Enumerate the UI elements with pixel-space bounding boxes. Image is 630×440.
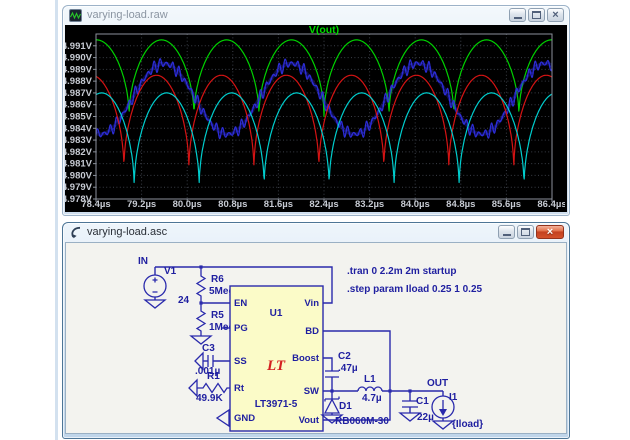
minimize-icon [503,234,511,236]
x-tick-label: 86.4µs [537,199,565,210]
x-tick-label: 82.4µs [309,199,338,210]
current-source-i1[interactable]: I1 {Iload} [432,391,483,430]
trace-label-vout[interactable]: V(out) [309,25,339,36]
component-ref: L1 [364,374,376,385]
waveform-window-titlebar[interactable]: varying-load.raw × [63,6,569,25]
x-tick-label: 83.2µs [355,199,384,210]
spice-directive-step[interactable]: .step param Iload 0.25 1 0.25 [347,284,483,295]
wire-bd-vout[interactable] [323,331,390,420]
y-tick-label: 4.982V [65,147,93,158]
spice-directive-tran[interactable]: .tran 0 2.2m 2m startup [347,266,456,277]
pin-ss: SS [234,356,247,367]
pin-gnd: GND [234,413,255,424]
x-tick-label: 85.6µs [492,199,521,210]
component-value: 49.9K [196,393,223,404]
pin-boost: Boost [292,353,320,364]
x-tick-label: 84.0µs [401,199,430,210]
pin-rt: Rt [234,383,245,394]
pin-sw: SW [304,386,319,397]
lt-logo: LT [266,358,286,374]
component-ref: V1 [164,266,177,277]
schematic-window: varying-load.asc × IN [62,222,570,439]
waveform-viewer-window: varying-load.raw × 78.4µs79.2µs80.0µs80.… [62,5,570,216]
component-ref: I1 [449,392,458,403]
pin-pg: PG [234,323,248,334]
minimize-button[interactable] [509,8,526,22]
ground-symbol [217,410,229,426]
y-tick-label: 4.980V [65,170,93,181]
y-tick-label: 4.986V [65,100,93,111]
node-label-in: IN [138,256,148,267]
y-axis-labels: 4.991V4.990V4.989V4.988V4.987V4.986V4.98… [65,41,93,205]
resistor-r6[interactable]: R6 5Meg [197,267,235,303]
y-tick-label: 4.978V [65,194,93,205]
x-tick-label: 81.6µs [264,199,293,210]
component-ref: R1 [207,371,220,382]
desktop: varying-load.raw × 78.4µs79.2µs80.0µs80.… [0,0,630,440]
close-button[interactable]: × [547,8,564,22]
component-ref: C2 [338,351,351,362]
schematic-window-title: varying-load.asc [87,223,167,242]
pin-vin: Vin [304,298,319,309]
close-icon: × [547,227,553,238]
component-ref: R6 [211,274,224,285]
resistor-r5[interactable]: R5 1Meg [191,303,235,344]
ground-symbol [145,300,165,308]
pin-vout: Vout [299,415,320,426]
pin-en: EN [234,298,247,309]
y-tick-label: 4.989V [65,64,93,75]
waveform-window-title: varying-load.raw [87,6,168,25]
capacitor-c1[interactable]: C1 22µ [400,391,434,423]
y-tick-label: 4.987V [65,88,93,99]
component-value: 24 [178,295,190,306]
y-tick-label: 4.991V [65,41,93,52]
schematic-canvas[interactable]: IN V1 24 R6 [65,242,567,434]
ic-part-number: LT3971-5 [255,399,298,410]
y-tick-label: 4.979V [65,182,93,193]
component-ref: C1 [416,396,429,407]
background-window-edge [55,0,58,440]
component-value: 4.7µ [362,393,382,404]
waveform-plot[interactable]: 78.4µs79.2µs80.0µs80.8µs81.6µs82.4µs83.2… [65,25,565,210]
close-icon: × [552,10,558,21]
component-ref: C3 [202,343,215,354]
x-tick-label: 79.2µs [127,199,156,210]
schematic-window-icon[interactable] [69,226,82,239]
y-tick-label: 4.983V [65,135,93,146]
y-tick-label: 4.990V [65,53,93,64]
x-axis-labels: 78.4µs79.2µs80.0µs80.8µs81.6µs82.4µs83.2… [81,199,565,210]
x-tick-label: 80.8µs [218,199,247,210]
ic-ref: U1 [270,308,283,319]
capacitor-c2[interactable]: C2 .47µ [323,351,358,391]
y-tick-label: 4.984V [65,123,93,134]
node-label-out: OUT [427,378,448,389]
waveform-plot-pane[interactable]: 78.4µs79.2µs80.0µs80.8µs81.6µs82.4µs83.2… [65,25,567,212]
voltage-source-v1[interactable]: V1 24 [144,266,190,308]
inductor-l1[interactable]: L1 4.7µ [358,374,382,404]
component-value: RB060M-30 [335,416,389,427]
y-tick-label: 4.981V [65,159,93,170]
maximize-button[interactable] [528,8,545,22]
schematic-window-titlebar[interactable]: varying-load.asc × [63,223,569,242]
x-tick-label: 80.0µs [173,199,202,210]
maximize-icon [521,228,530,236]
component-value: {Iload} [452,419,483,430]
pin-bd: BD [305,326,319,337]
y-tick-label: 4.985V [65,112,93,123]
maximize-icon [532,11,541,19]
component-value: .47µ [338,363,358,374]
component-ref: R5 [211,310,224,321]
plot-ticks [93,46,552,202]
y-tick-label: 4.988V [65,76,93,87]
component-value: 22µ [417,412,434,423]
waveform-window-icon[interactable] [69,9,82,22]
ic-u1-lt3971[interactable]: U1 LT LT3971-5 EN PG SS Rt GND Vin BD Bo… [230,286,323,431]
component-ref: D1 [339,401,352,412]
ground-symbol [433,421,453,429]
x-tick-label: 84.8µs [446,199,475,210]
minimize-icon [514,17,522,19]
minimize-button[interactable] [498,225,515,239]
maximize-button[interactable] [517,225,534,239]
close-button[interactable]: × [536,225,564,239]
